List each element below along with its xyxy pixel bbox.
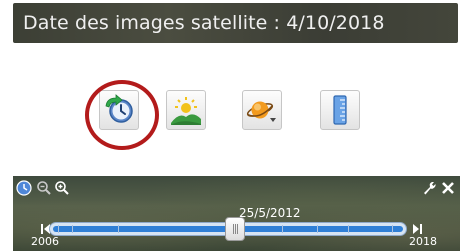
highlight-circle (85, 80, 159, 150)
sunlight-button[interactable] (166, 90, 206, 130)
planet-switch-button[interactable] (242, 90, 282, 130)
ruler-icon (333, 95, 347, 125)
step-forward-icon[interactable] (412, 223, 422, 235)
zoom-out-icon[interactable] (36, 180, 52, 196)
start-year-label: 2006 (31, 235, 59, 248)
zoom-in-icon[interactable] (54, 180, 70, 196)
close-icon[interactable] (441, 181, 455, 195)
historical-imagery-slider-panel: 25/5/2012 2006 2018 (13, 176, 460, 251)
sun-landscape-icon (171, 97, 201, 125)
time-slider-thumb[interactable] (225, 217, 246, 241)
end-year-label: 2018 (409, 235, 437, 248)
wrench-icon[interactable] (421, 180, 437, 196)
clock-icon[interactable] (16, 180, 32, 196)
current-date-label: 25/5/2012 (239, 206, 301, 220)
planet-icon (246, 101, 276, 122)
time-slider-track[interactable] (49, 217, 407, 241)
imagery-date-banner: Date des images satellite : 4/10/2018 (13, 3, 458, 43)
imagery-date-text: Date des images satellite : 4/10/2018 (23, 12, 385, 34)
ruler-button[interactable] (320, 90, 360, 130)
